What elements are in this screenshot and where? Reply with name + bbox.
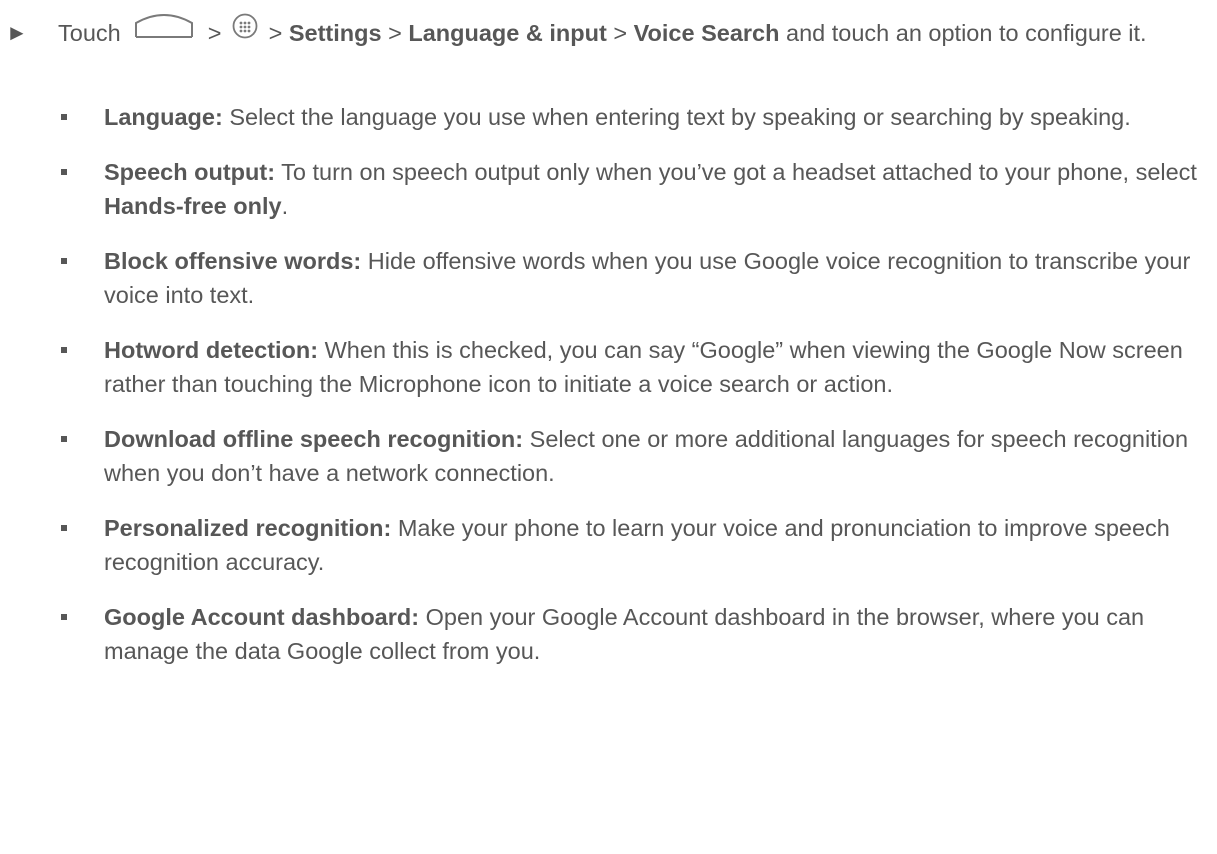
square-bullet-icon bbox=[61, 347, 67, 353]
voice-search-label: Voice Search bbox=[633, 20, 780, 46]
option-description: Select the language you use when enterin… bbox=[229, 104, 1131, 130]
step-separator: > bbox=[613, 20, 628, 46]
option-term: Google Account dashboard: bbox=[104, 604, 420, 630]
home-icon bbox=[133, 13, 195, 48]
list-item: Download offline speech recognition: Sel… bbox=[61, 422, 1204, 490]
instruction-text: Touch > > Settings > Language & input > … bbox=[58, 13, 1200, 52]
list-item: Personalized recognition: Make your phon… bbox=[61, 511, 1204, 579]
square-bullet-icon bbox=[61, 614, 67, 620]
option-list: Language: Select the language you use wh… bbox=[61, 100, 1204, 689]
square-bullet-icon bbox=[61, 114, 67, 120]
option-term: Personalized recognition: bbox=[104, 515, 392, 541]
list-item: Block offensive words: Hide offensive wo… bbox=[61, 244, 1204, 312]
instruction-step: ► Touch > > Settings > Language & input … bbox=[0, 13, 1200, 52]
option-tail: . bbox=[281, 193, 289, 219]
option-term: Language: bbox=[104, 104, 223, 130]
step-separator: > bbox=[207, 20, 222, 46]
language-input-label: Language & input bbox=[408, 20, 607, 46]
option-description: To turn on speech output only when you’v… bbox=[281, 159, 1197, 185]
option-term: Download offline speech recognition: bbox=[104, 426, 524, 452]
step-separator: > bbox=[268, 20, 283, 46]
square-bullet-icon bbox=[61, 169, 67, 175]
option-term: Hotword detection: bbox=[104, 337, 319, 363]
square-bullet-icon bbox=[61, 258, 67, 264]
square-bullet-icon bbox=[61, 436, 67, 442]
triangle-bullet-icon: ► bbox=[6, 20, 28, 45]
document-page: ► Touch > > Settings > Language & input … bbox=[0, 0, 1217, 854]
list-item: Google Account dashboard: Open your Goog… bbox=[61, 600, 1204, 668]
option-term: Speech output: bbox=[104, 159, 276, 185]
option-term: Block offensive words: bbox=[104, 248, 362, 274]
apps-icon bbox=[232, 13, 258, 48]
step-suffix: and touch an option to configure it. bbox=[786, 20, 1147, 46]
option-bold-tail: Hands-free only bbox=[104, 193, 282, 219]
step-prefix: Touch bbox=[58, 20, 121, 46]
list-item: Speech output: To turn on speech output … bbox=[61, 155, 1204, 223]
list-item: Language: Select the language you use wh… bbox=[61, 100, 1204, 134]
square-bullet-icon bbox=[61, 525, 67, 531]
list-item: Hotword detection: When this is checked,… bbox=[61, 333, 1204, 401]
step-separator: > bbox=[388, 20, 402, 46]
settings-label: Settings bbox=[288, 20, 382, 46]
